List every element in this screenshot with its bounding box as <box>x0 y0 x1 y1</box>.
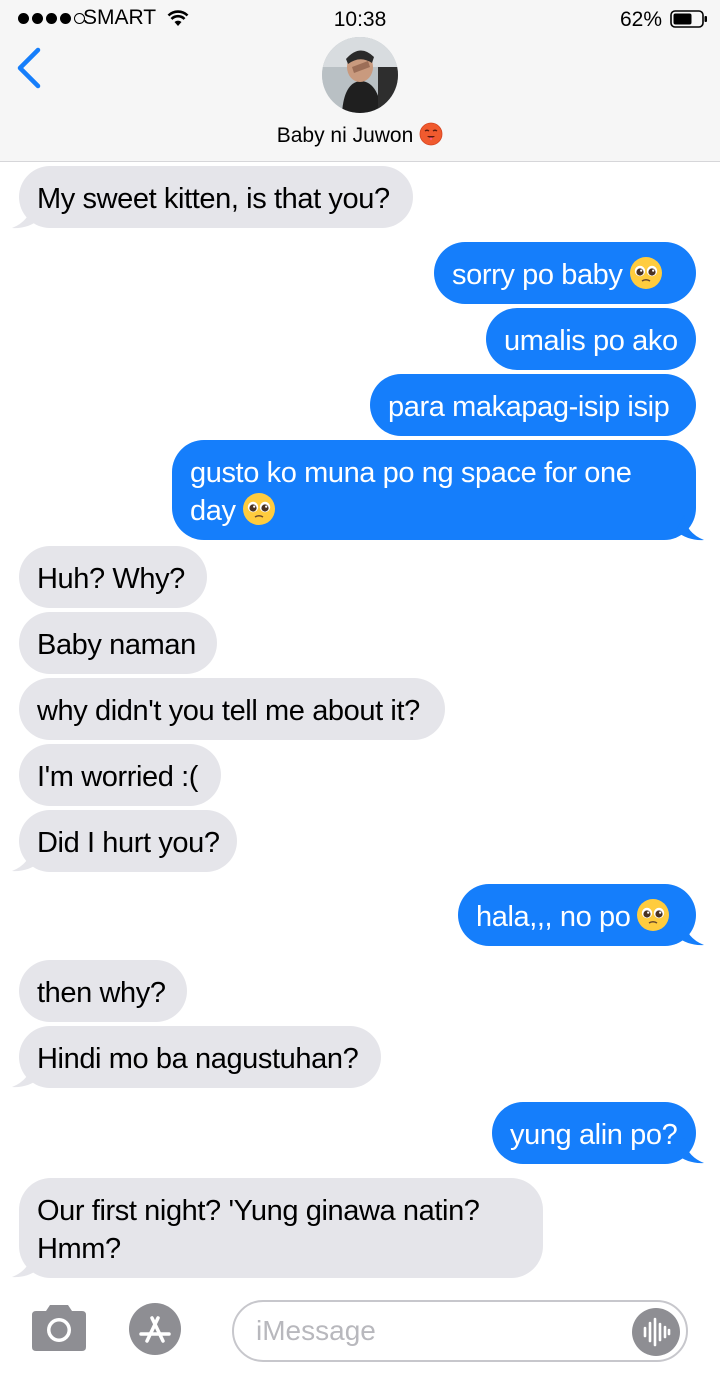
waveform-icon <box>643 1317 671 1347</box>
incoming-message-bubble[interactable]: Huh? Why? <box>19 546 207 608</box>
message-text: I'm worried :( <box>37 761 199 793</box>
message-input-placeholder: iMessage <box>256 1315 376 1346</box>
battery-percentage: 62% <box>619 8 662 31</box>
message-input[interactable]: iMessage <box>232 1300 688 1362</box>
camera-icon[interactable] <box>28 1303 90 1353</box>
message-text: para makapag-isip isip <box>388 391 670 423</box>
message-text: sorry po baby <box>452 259 623 291</box>
message-text: Baby naman <box>37 629 196 661</box>
message-text: then why? <box>37 977 166 1009</box>
message-text: why didn't you tell me about it? <box>37 695 420 727</box>
message-text: Hindi mo ba nagustuhan? <box>37 1043 359 1075</box>
status-time: 10:38 <box>333 8 387 31</box>
pleading-face-emoji-icon <box>242 493 275 525</box>
incoming-message-bubble[interactable]: My sweet kitten, is that you? <box>19 166 413 228</box>
message-composer: iMessage <box>0 1283 720 1373</box>
audio-message-button[interactable] <box>632 1308 680 1356</box>
message-text: Huh? Why? <box>37 563 185 595</box>
bubble-tail <box>676 515 704 541</box>
pleading-face-emoji-icon <box>637 899 670 931</box>
back-chevron-icon[interactable] <box>10 42 50 92</box>
outgoing-message-bubble[interactable]: yung alin po? <box>492 1102 696 1164</box>
message-text: hala,,, no po <box>476 901 631 933</box>
outgoing-message-bubble[interactable]: gusto ko muna po ng space for one day <box>172 440 696 540</box>
incoming-message-bubble[interactable]: I'm worried :( <box>19 744 221 806</box>
outgoing-message-bubble[interactable]: para makapag-isip isip <box>370 374 696 436</box>
message-text: umalis po ako <box>504 325 678 357</box>
incoming-message-bubble[interactable]: why didn't you tell me about it? <box>19 678 445 740</box>
incoming-message-bubble[interactable]: Baby naman <box>19 612 217 674</box>
bubble-tail <box>12 203 40 229</box>
outgoing-message-bubble[interactable]: umalis po ako <box>486 308 696 370</box>
message-text: My sweet kitten, is that you? <box>37 183 390 215</box>
incoming-message-bubble[interactable]: Our first night? 'Yung ginawa natin? Hmm… <box>19 1178 543 1278</box>
conversation-header: SMART 10:38 62% Baby ni Juwon <box>0 0 720 162</box>
bubble-tail <box>676 920 704 946</box>
battery-icon <box>670 10 707 28</box>
pleading-face-emoji-icon <box>629 257 662 289</box>
incoming-message-bubble[interactable]: then why? <box>19 960 187 1022</box>
contact-name-row[interactable]: Baby ni Juwon <box>0 122 720 148</box>
app-store-icon[interactable] <box>125 1301 195 1357</box>
bubble-tail <box>12 1252 40 1278</box>
bubble-tail <box>676 1138 704 1164</box>
message-text: Did I hurt you? <box>37 827 220 859</box>
outgoing-message-bubble[interactable]: sorry po baby <box>434 242 696 304</box>
hot-face-emoji-icon <box>419 122 443 146</box>
avatar-photo <box>322 37 398 113</box>
contact-avatar[interactable] <box>322 37 398 113</box>
incoming-message-bubble[interactable]: Did I hurt you? <box>19 810 237 872</box>
bubble-tail <box>12 846 40 872</box>
outgoing-message-bubble[interactable]: hala,,, no po <box>458 884 696 946</box>
message-text: yung alin po? <box>510 1119 678 1151</box>
status-bar: SMART 10:38 62% <box>0 0 720 38</box>
incoming-message-bubble[interactable]: Hindi mo ba nagustuhan? <box>19 1026 381 1088</box>
message-text: Our first night? 'Yung ginawa natin? Hmm… <box>37 1195 480 1265</box>
bubble-tail <box>12 1062 40 1088</box>
contact-name: Baby ni Juwon <box>276 124 414 147</box>
